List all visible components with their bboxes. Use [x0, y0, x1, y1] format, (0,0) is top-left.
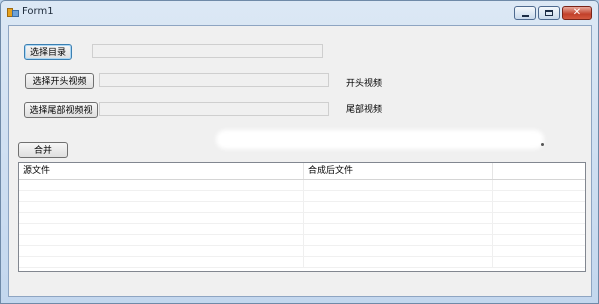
directory-path-field[interactable] [92, 44, 323, 58]
close-button[interactable]: ✕ [562, 6, 592, 20]
table-cell[interactable] [19, 191, 304, 201]
table-cell[interactable] [493, 202, 585, 212]
tail-video-label: 尾部视频 [346, 105, 383, 115]
form-client-area: 选择目录 选择开头视频 开头视频 选择尾部视频视 尾部视频 合并 源文件 合成后… [8, 25, 592, 297]
minimize-button[interactable] [514, 6, 536, 20]
table-cell[interactable] [493, 257, 585, 267]
table-row[interactable] [19, 191, 585, 202]
maximize-icon [539, 7, 559, 19]
caption-buttons: ✕ [512, 6, 592, 21]
window-title: Form1 [22, 6, 54, 17]
file-list-grid[interactable]: 源文件 合成后文件 [18, 162, 586, 272]
head-video-path-field[interactable] [99, 73, 329, 87]
table-cell[interactable] [493, 191, 585, 201]
head-video-label: 开头视频 [346, 79, 383, 89]
table-cell[interactable] [304, 224, 493, 234]
select-head-video-button[interactable]: 选择开头视频 [25, 73, 94, 89]
table-row[interactable] [19, 202, 585, 213]
table-cell[interactable] [19, 180, 304, 190]
table-row[interactable] [19, 180, 585, 191]
select-tail-video-button[interactable]: 选择尾部视频视 [24, 102, 98, 118]
table-cell[interactable] [493, 235, 585, 245]
grid-rows [19, 180, 585, 271]
maximize-button[interactable] [538, 6, 560, 20]
table-cell[interactable] [493, 180, 585, 190]
grid-header: 源文件 合成后文件 [19, 163, 585, 180]
table-cell[interactable] [304, 213, 493, 223]
column-header-output[interactable]: 合成后文件 [304, 163, 493, 179]
minimize-icon [515, 7, 535, 19]
app-icon [7, 7, 19, 18]
table-row[interactable] [19, 257, 585, 268]
close-icon: ✕ [572, 7, 582, 18]
table-cell[interactable] [493, 213, 585, 223]
table-row[interactable] [19, 224, 585, 235]
merge-button[interactable]: 合并 [18, 142, 68, 158]
redacted-mark [541, 143, 544, 146]
column-header-extra[interactable] [493, 163, 585, 179]
title-bar[interactable]: Form1 ✕ [1, 1, 598, 24]
table-cell[interactable] [304, 202, 493, 212]
table-cell[interactable] [304, 235, 493, 245]
table-row[interactable] [19, 235, 585, 246]
table-row[interactable] [19, 213, 585, 224]
app-window: Form1 ✕ 选择目录 选择开头视频 开头视频 选择尾部视频视 尾部视频 合并 [0, 0, 599, 304]
table-cell[interactable] [19, 235, 304, 245]
redacted-area [216, 130, 544, 149]
table-cell[interactable] [304, 180, 493, 190]
table-cell[interactable] [304, 246, 493, 256]
table-row[interactable] [19, 246, 585, 257]
column-header-source[interactable]: 源文件 [19, 163, 304, 179]
table-cell[interactable] [493, 246, 585, 256]
table-cell[interactable] [493, 224, 585, 234]
table-cell[interactable] [304, 257, 493, 267]
tail-video-path-field[interactable] [99, 102, 329, 116]
table-cell[interactable] [19, 257, 304, 267]
table-cell[interactable] [19, 224, 304, 234]
table-cell[interactable] [19, 213, 304, 223]
table-cell[interactable] [19, 246, 304, 256]
table-cell[interactable] [19, 202, 304, 212]
select-directory-button[interactable]: 选择目录 [24, 44, 72, 60]
table-cell[interactable] [304, 191, 493, 201]
